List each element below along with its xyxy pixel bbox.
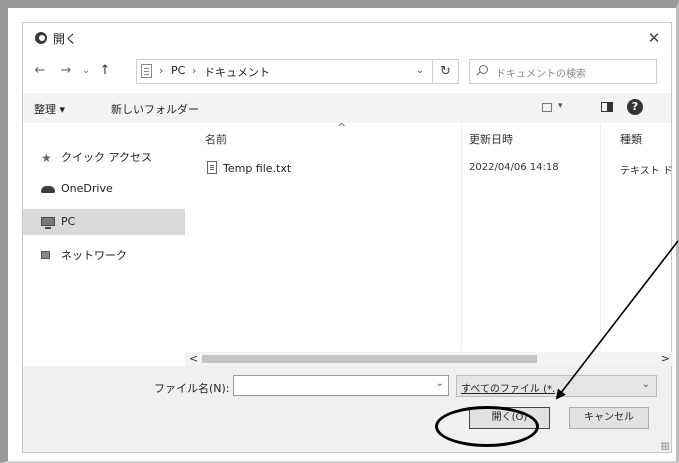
filename-label: ファイル名(N): bbox=[154, 382, 230, 395]
new-folder-button[interactable]: 新しいフォルダー bbox=[111, 101, 199, 117]
breadcrumb-separator-icon: › bbox=[192, 64, 197, 77]
view-options-icon[interactable] bbox=[542, 103, 552, 112]
file-date-modified: 2022/04/06 14:18 bbox=[469, 162, 559, 173]
column-header-name[interactable]: 名前 bbox=[205, 131, 227, 147]
breadcrumb-separator-icon: › bbox=[159, 64, 164, 77]
search-icon bbox=[479, 65, 488, 74]
navigation-pane: ★ クイック アクセス OneDrive PC ネットワーク bbox=[23, 123, 185, 351]
open-button[interactable]: 開く(O) bbox=[469, 407, 550, 429]
breadcrumb-documents[interactable]: ドキュメント bbox=[204, 64, 270, 80]
documents-folder-icon bbox=[141, 64, 152, 78]
search-placeholder: ドキュメントの検索 bbox=[496, 69, 586, 80]
navigation-bar: ← → ⌄ ↑ › PC › ドキュメント ⌄ ↻ ドキュメントの検索 bbox=[23, 55, 671, 89]
help-icon[interactable]: ? bbox=[627, 99, 643, 115]
preview-pane-icon[interactable] bbox=[601, 102, 613, 112]
breadcrumb-pc[interactable]: PC bbox=[171, 64, 185, 77]
forward-button[interactable]: → bbox=[58, 63, 74, 79]
horizontal-scrollbar[interactable]: < > bbox=[185, 352, 673, 366]
scroll-right-icon[interactable]: > bbox=[661, 352, 670, 365]
column-header-type[interactable]: 種類 bbox=[620, 131, 642, 147]
file-list: ^ 名前 更新日時 種類 Temp file.txt 2022/04/06 14… bbox=[185, 123, 673, 351]
view-dropdown-icon[interactable]: ▾ bbox=[558, 101, 563, 111]
dialog-footer: ファイル名(N): ⌄ すべてのファイル (*. ⌄ 開く(O) キャンセル bbox=[23, 366, 671, 452]
dialog-title: 開く bbox=[53, 32, 78, 46]
refresh-button[interactable]: ↻ bbox=[433, 59, 459, 84]
sidebar-item-pc[interactable]: PC bbox=[23, 209, 185, 235]
network-icon bbox=[41, 251, 50, 259]
text-file-icon bbox=[207, 161, 217, 174]
file-type-value: すべてのファイル (*. bbox=[461, 384, 556, 395]
sidebar-item-quick-access[interactable]: ★ クイック アクセス bbox=[23, 143, 185, 169]
column-header-date-modified[interactable]: 更新日時 bbox=[469, 131, 513, 147]
sidebar-item-label: PC bbox=[61, 215, 76, 228]
star-icon: ★ bbox=[41, 151, 52, 165]
computer-icon bbox=[41, 217, 55, 229]
sort-ascending-icon: ^ bbox=[337, 123, 347, 134]
up-button[interactable]: ↑ bbox=[97, 63, 113, 79]
app-icon bbox=[35, 32, 47, 44]
close-button[interactable]: ✕ bbox=[643, 27, 665, 49]
search-input[interactable]: ドキュメントの検索 bbox=[469, 59, 657, 84]
recent-locations-button[interactable]: ⌄ bbox=[78, 63, 94, 79]
address-bar[interactable]: › PC › ドキュメント ⌄ bbox=[136, 59, 433, 84]
file-type-select[interactable]: すべてのファイル (*. ⌄ bbox=[456, 375, 657, 397]
file-type-dropdown-icon: ⌄ bbox=[641, 379, 650, 390]
sidebar-item-onedrive[interactable]: OneDrive bbox=[23, 176, 185, 202]
back-button[interactable]: ← bbox=[32, 63, 48, 79]
filename-input[interactable]: ⌄ bbox=[233, 375, 449, 396]
command-toolbar: 整理 ▾ 新しいフォルダー ▾ ? bbox=[23, 93, 671, 123]
scroll-left-icon[interactable]: < bbox=[189, 352, 198, 365]
organize-menu[interactable]: 整理 ▾ bbox=[34, 101, 65, 117]
sidebar-item-label: OneDrive bbox=[61, 182, 113, 195]
cancel-button[interactable]: キャンセル bbox=[569, 407, 649, 429]
cloud-icon bbox=[41, 186, 55, 193]
filename-dropdown-icon[interactable]: ⌄ bbox=[436, 378, 444, 389]
file-row[interactable]: Temp file.txt 2022/04/06 14:18 テキスト ド bbox=[185, 158, 673, 180]
column-divider bbox=[461, 123, 462, 349]
column-divider bbox=[600, 123, 601, 349]
title-bar: 開く ✕ bbox=[23, 23, 671, 55]
sidebar-item-label: ネットワーク bbox=[61, 249, 127, 262]
file-type: テキスト ド bbox=[620, 166, 673, 177]
open-file-dialog: 開く ✕ ← → ⌄ ↑ › PC › ドキュメント ⌄ ↻ ドキュメントの検索… bbox=[22, 22, 673, 453]
sidebar-item-network[interactable]: ネットワーク bbox=[23, 241, 185, 267]
resize-grip-icon[interactable] bbox=[661, 442, 669, 450]
file-name: Temp file.txt bbox=[223, 162, 292, 175]
sidebar-item-label: クイック アクセス bbox=[61, 151, 152, 164]
scrollbar-thumb[interactable] bbox=[202, 355, 537, 363]
address-dropdown-icon[interactable]: ⌄ bbox=[416, 65, 424, 76]
